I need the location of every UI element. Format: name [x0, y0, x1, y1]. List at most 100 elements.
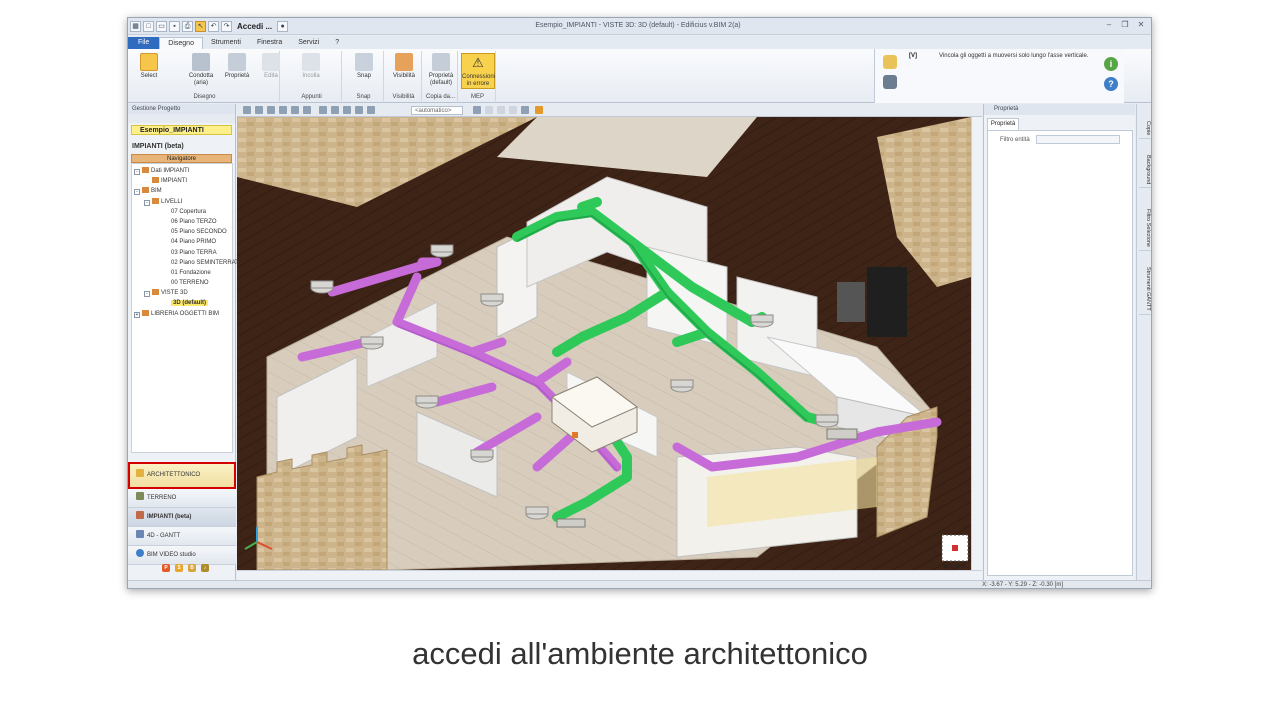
hint-icon[interactable] [883, 55, 897, 69]
access-button[interactable]: Accedi ... [237, 22, 272, 31]
view-tool-icon[interactable] [355, 106, 363, 114]
tab-file[interactable]: File [128, 37, 160, 49]
select-button[interactable]: Select [132, 53, 166, 80]
tree-node[interactable]: 07 Copertura [132, 207, 232, 217]
tree-node[interactable]: + LIBRERIA OGGETTI BIM [132, 309, 232, 319]
group-appunti: Incolla Appunti [282, 51, 342, 101]
tree-node[interactable]: 01 Fondazione [132, 268, 232, 278]
tree-node[interactable]: - BIM [132, 186, 232, 196]
render-icon[interactable] [535, 106, 543, 114]
tree-node[interactable]: - VISTE 3D [132, 288, 232, 298]
expand-icon[interactable]: + [134, 311, 140, 318]
collapse-icon[interactable]: - [144, 291, 150, 298]
user-icon[interactable]: ● [277, 21, 289, 32]
tab-disegno[interactable]: Disegno [159, 37, 203, 49]
minimize-icon[interactable]: – [1103, 20, 1115, 31]
tree-node[interactable]: 06 Piano TERZO [132, 217, 232, 227]
properties-button[interactable]: Proprietà [220, 53, 254, 80]
view-tool-icon[interactable] [303, 106, 311, 114]
panel-header: Proprietà [984, 104, 1135, 115]
view-tool-icon[interactable] [343, 106, 351, 114]
horizontal-scrollbar[interactable] [237, 570, 982, 580]
open-icon[interactable]: ▭ [156, 21, 167, 32]
environment-terreno[interactable]: TERRENO [128, 489, 236, 508]
side-tab-gantt-tools[interactable]: Strumenti GANTT [1139, 264, 1151, 315]
shortcut-audio-icon[interactable]: ♪ [201, 564, 209, 572]
duct-button[interactable]: Condotta (aria) [184, 53, 218, 87]
view-tool-icon[interactable] [279, 106, 287, 114]
tree-node[interactable]: - LIVELLI [132, 197, 232, 207]
tree-node[interactable]: 3D (default) [132, 298, 232, 308]
project-title[interactable]: Esempio_IMPIANTI [131, 125, 232, 135]
connection-errors-button[interactable]: ⚠ Connessioni in errore [461, 53, 495, 89]
view-tool-icon[interactable] [521, 106, 529, 114]
view-tool-icon[interactable] [331, 106, 339, 114]
redo-icon[interactable]: ↷ [221, 21, 232, 32]
tree-node-label: 02 Piano SEMINTERRATO [171, 259, 244, 266]
view-tool-icon[interactable] [267, 106, 275, 114]
tree-node-label: 06 Piano TERZO [171, 218, 217, 225]
tree-node[interactable]: 04 Piano PRIMO [132, 237, 232, 247]
tree-node[interactable]: 03 Piano TERRA [132, 248, 232, 258]
tab-finestra[interactable]: Finestra [249, 37, 290, 49]
environment-gantt[interactable]: 4D - GANTT [128, 527, 236, 546]
restore-icon[interactable]: ❐ [1119, 20, 1131, 31]
side-tab-copie[interactable]: Copie [1139, 118, 1151, 140]
navigation-widget[interactable]: ◀ E H V [941, 534, 969, 570]
snap-button[interactable]: Snap [347, 53, 381, 80]
view-tool-icon[interactable] [367, 106, 375, 114]
close-icon[interactable]: ✕ [1135, 20, 1147, 31]
environment-architettonico[interactable]: ARCHITETTONICO [128, 462, 236, 489]
tab-servizi[interactable]: Servizi [290, 37, 327, 49]
paste-button[interactable]: Incolla [294, 53, 328, 80]
save-icon[interactable]: ▪ [169, 21, 180, 32]
tree-node[interactable]: 00 TERRENO [132, 278, 232, 288]
side-tab-background[interactable]: Background [1139, 152, 1151, 189]
view-toolbar: <automatico> [237, 104, 982, 117]
panel-toolbar [128, 114, 235, 123]
side-tab-selection-filter[interactable]: Filtro Selezione [1139, 206, 1151, 251]
tree-node[interactable]: - Dati IMPIANTI [132, 166, 232, 176]
tree-node-label: 04 Piano PRIMO [171, 239, 217, 246]
default-properties-button[interactable]: Proprietà (default) [424, 53, 458, 87]
vertical-scrollbar[interactable] [971, 117, 982, 570]
view-tool-icon[interactable] [497, 106, 505, 114]
tab-properties[interactable]: Proprietà [987, 118, 1019, 130]
navigator-header[interactable]: Navigatore [131, 154, 232, 163]
tree-node-label: 3D (default) [171, 300, 208, 307]
new-icon[interactable]: □ [143, 21, 154, 32]
tab-strumenti[interactable]: Strumenti [203, 37, 249, 49]
view-tool-icon[interactable] [509, 106, 517, 114]
view-tool-icon[interactable] [485, 106, 493, 114]
collapse-icon[interactable]: - [134, 169, 140, 175]
tree-node-label: 01 Fondazione [171, 269, 211, 276]
view-tool-icon[interactable] [319, 106, 327, 114]
entity-filter-select[interactable] [1036, 135, 1120, 144]
tree-node[interactable]: 02 Piano SEMINTERRATO [132, 258, 243, 268]
tree-node[interactable]: IMPIANTI [132, 176, 232, 186]
group-label: Snap [356, 94, 371, 100]
select-icon[interactable]: ↖ [195, 21, 206, 32]
shortcut-s-icon[interactable]: S [175, 564, 183, 572]
render-mode-select[interactable]: <automatico> [411, 106, 463, 115]
tab-help[interactable]: ? [327, 37, 347, 49]
view-tool-icon[interactable] [291, 106, 299, 114]
message-tag: [V] [909, 53, 917, 59]
view-tool-icon[interactable] [473, 106, 481, 114]
tree-node[interactable]: 05 Piano SECONDO [132, 227, 232, 237]
undo-icon[interactable]: ↶ [208, 21, 219, 32]
collapse-icon[interactable]: - [144, 199, 150, 206]
app-icon[interactable]: ▦ [130, 21, 141, 32]
view-tool-icon[interactable] [243, 106, 251, 114]
history-icon[interactable] [883, 75, 897, 89]
visibility-button[interactable]: Visibilità [387, 53, 421, 80]
help-icon[interactable]: ? [1104, 77, 1118, 91]
collapse-icon[interactable]: - [134, 189, 140, 196]
print-icon[interactable]: ⎙ [182, 21, 193, 32]
shortcut-p-icon[interactable]: P [162, 564, 170, 572]
shortcut-b-icon[interactable]: B [188, 564, 196, 572]
info-icon[interactable]: i [1104, 57, 1118, 71]
view-tool-icon[interactable] [255, 106, 263, 114]
environment-impianti[interactable]: IMPIANTI (beta) [128, 508, 236, 527]
3d-viewport[interactable]: ◀ E H V [237, 117, 971, 570]
